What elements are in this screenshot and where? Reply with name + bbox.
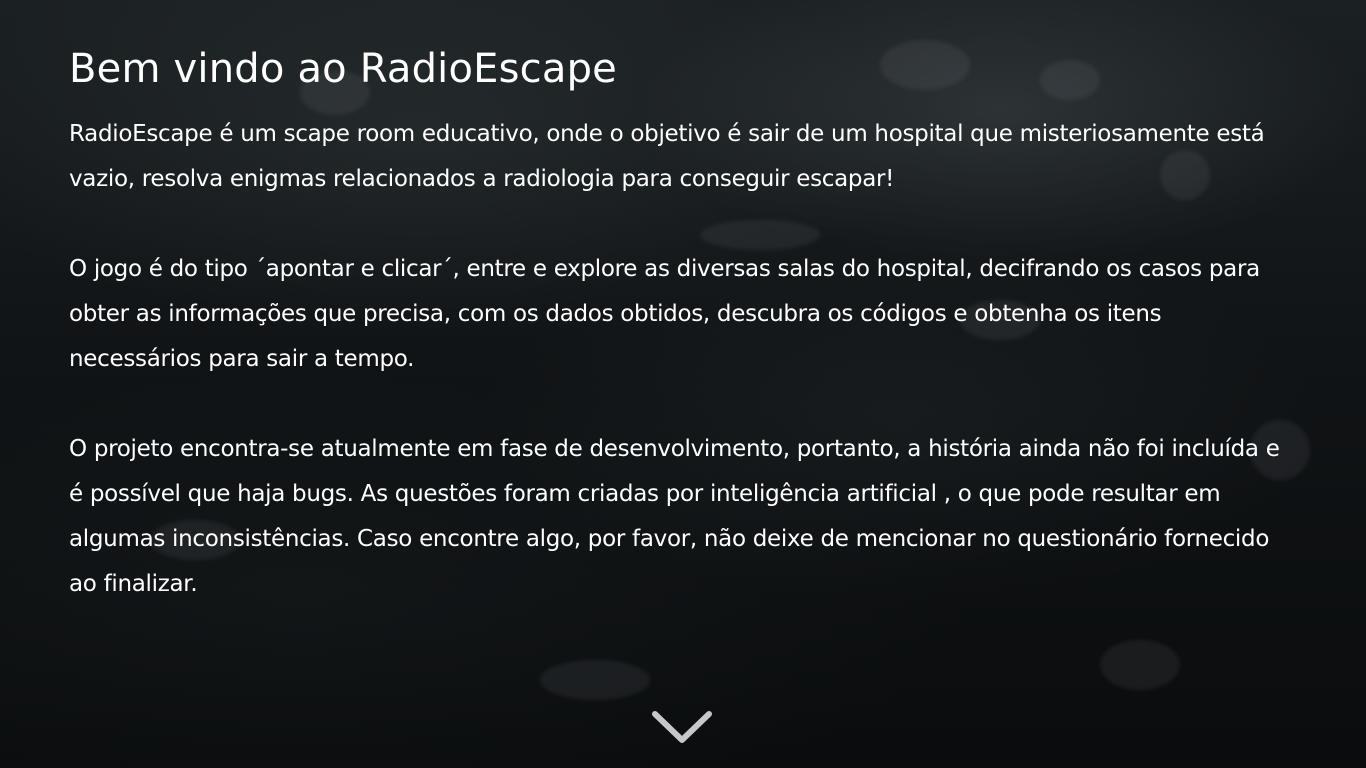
scroll-down-button[interactable] — [650, 708, 714, 748]
page-title: Bem vindo ao RadioEscape — [69, 46, 617, 92]
welcome-content: Bem vindo ao RadioEscape RadioEscape é u… — [69, 40, 1299, 652]
chevron-down-icon — [652, 711, 712, 743]
development-notice-paragraph: O projeto encontra-se atualmente em fase… — [69, 436, 1280, 597]
welcome-screen: Bem vindo ao RadioEscape RadioEscape é u… — [0, 0, 1366, 768]
intro-paragraph: RadioEscape é um scape room educativo, o… — [69, 121, 1265, 192]
gameplay-paragraph: O jogo é do tipo ´apontar e clicar´, ent… — [69, 256, 1260, 372]
